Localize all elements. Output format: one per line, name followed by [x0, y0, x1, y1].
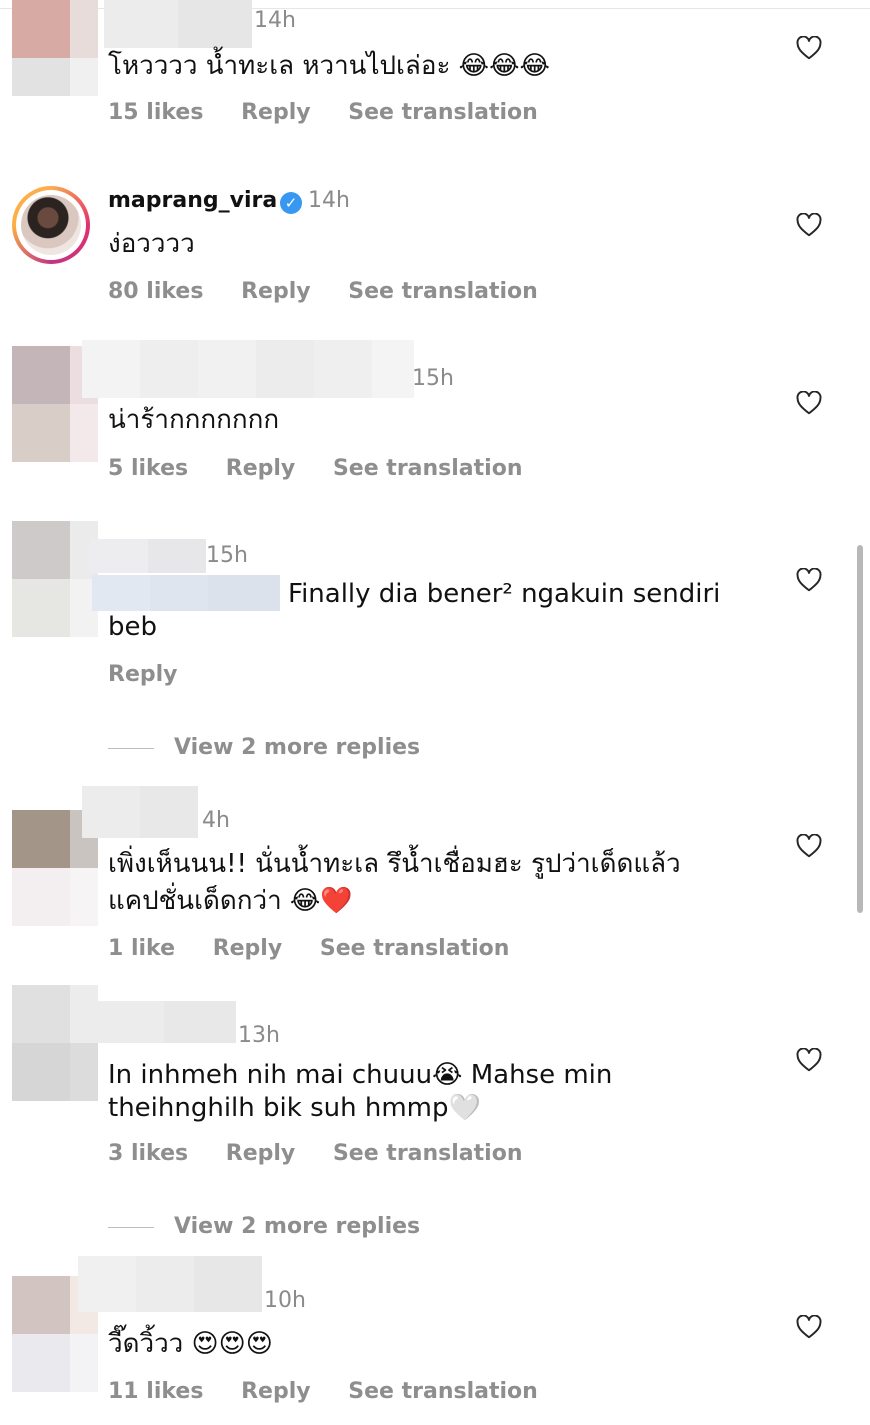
- blurred-username[interactable]: [104, 0, 252, 48]
- view-more-replies-label: View 2 more replies: [174, 1214, 421, 1239]
- comment-text: In inhmeh nih mai chuuu😭 Mahse min: [108, 1060, 613, 1090]
- verified-badge-icon: ✓: [280, 192, 302, 214]
- likes-count[interactable]: 15 likes: [108, 100, 203, 125]
- blurred-username[interactable]: [82, 340, 414, 398]
- heart-outline-icon[interactable]: [796, 1048, 822, 1072]
- avatar: [21, 195, 81, 255]
- comment-time: 14h: [254, 8, 296, 33]
- reply-button[interactable]: Reply: [241, 100, 311, 125]
- heart-outline-icon[interactable]: [796, 391, 822, 415]
- see-translation-link[interactable]: See translation: [348, 1379, 538, 1404]
- blurred-username[interactable]: [92, 1001, 236, 1043]
- likes-count[interactable]: 80 likes: [108, 279, 203, 304]
- view-more-replies-button[interactable]: View 2 more replies: [108, 735, 420, 760]
- thread-line: [108, 747, 154, 749]
- comment-actions: 11 likes Reply See translation: [108, 1379, 568, 1404]
- comment-text-continued: theihnghilh bik suh hmmp🤍: [108, 1093, 481, 1123]
- comment-text: ง่อวววว: [108, 229, 195, 259]
- view-more-replies-button[interactable]: View 2 more replies: [108, 1214, 420, 1239]
- comment-time: 15h: [412, 366, 454, 391]
- likes-count[interactable]: 11 likes: [108, 1379, 203, 1404]
- scrollbar-thumb[interactable]: [857, 545, 863, 913]
- thread-line: [108, 1226, 154, 1228]
- blurred-username[interactable]: [90, 539, 206, 573]
- likes-count[interactable]: 1 like: [108, 936, 175, 961]
- reply-button[interactable]: Reply: [213, 936, 283, 961]
- avatar-story-ring[interactable]: [12, 186, 90, 264]
- comment-time: 10h: [264, 1288, 306, 1313]
- comment-actions: 15 likes Reply See translation: [108, 100, 568, 125]
- comment-text: เพิ่งเห็นนน!! นั่นน้ำทะเล รึน้ำเชื่อมฮะ …: [108, 849, 681, 879]
- heart-outline-icon[interactable]: [796, 213, 822, 237]
- likes-count[interactable]: 5 likes: [108, 456, 188, 481]
- comment-username[interactable]: maprang_vira: [108, 188, 277, 213]
- avatar[interactable]: [12, 521, 98, 637]
- avatar[interactable]: [12, 0, 98, 96]
- heart-outline-icon[interactable]: [796, 834, 822, 858]
- blurred-mention[interactable]: [92, 575, 280, 611]
- comment-time: 14h: [308, 188, 350, 213]
- heart-outline-icon[interactable]: [796, 36, 822, 60]
- comment-time: 15h: [206, 543, 248, 568]
- comment-actions: 3 likes Reply See translation: [108, 1141, 553, 1166]
- see-translation-link[interactable]: See translation: [320, 936, 510, 961]
- heart-outline-icon[interactable]: [796, 1315, 822, 1339]
- comment-actions: 5 likes Reply See translation: [108, 456, 553, 481]
- comment-actions: 1 like Reply See translation: [108, 936, 539, 961]
- see-translation-link[interactable]: See translation: [348, 279, 538, 304]
- blurred-username[interactable]: [78, 1256, 262, 1312]
- comment-time: 13h: [238, 1023, 280, 1048]
- comment-text: Finally dia bener² ngakuin sendiri: [288, 579, 721, 609]
- heart-outline-icon[interactable]: [796, 568, 822, 592]
- view-more-replies-label: View 2 more replies: [174, 735, 421, 760]
- reply-button[interactable]: Reply: [241, 279, 311, 304]
- blurred-username[interactable]: [82, 786, 198, 838]
- see-translation-link[interactable]: See translation: [348, 100, 538, 125]
- reply-button[interactable]: Reply: [108, 662, 178, 687]
- comment-time: 4h: [202, 808, 230, 833]
- avatar[interactable]: [12, 985, 98, 1101]
- comment-text: โหวววว น้ำทะเล หวานไปเล่อะ 😂😂😂: [108, 51, 550, 81]
- see-translation-link[interactable]: See translation: [333, 456, 523, 481]
- reply-button[interactable]: Reply: [226, 456, 296, 481]
- comment-actions: 80 likes Reply See translation: [108, 279, 568, 304]
- comment-actions: Reply: [108, 662, 208, 687]
- comment-text-continued: แคปชั่นเด็ดกว่า 😂❤️: [108, 886, 353, 916]
- comment-text-continued: beb: [108, 612, 158, 642]
- reply-button[interactable]: Reply: [226, 1141, 296, 1166]
- comment-text: วี๊ดวิ้วว 😍😍😍: [108, 1329, 273, 1359]
- reply-button[interactable]: Reply: [241, 1379, 311, 1404]
- comment-text: น่าร้ากกกกกกก: [108, 405, 280, 435]
- see-translation-link[interactable]: See translation: [333, 1141, 523, 1166]
- likes-count[interactable]: 3 likes: [108, 1141, 188, 1166]
